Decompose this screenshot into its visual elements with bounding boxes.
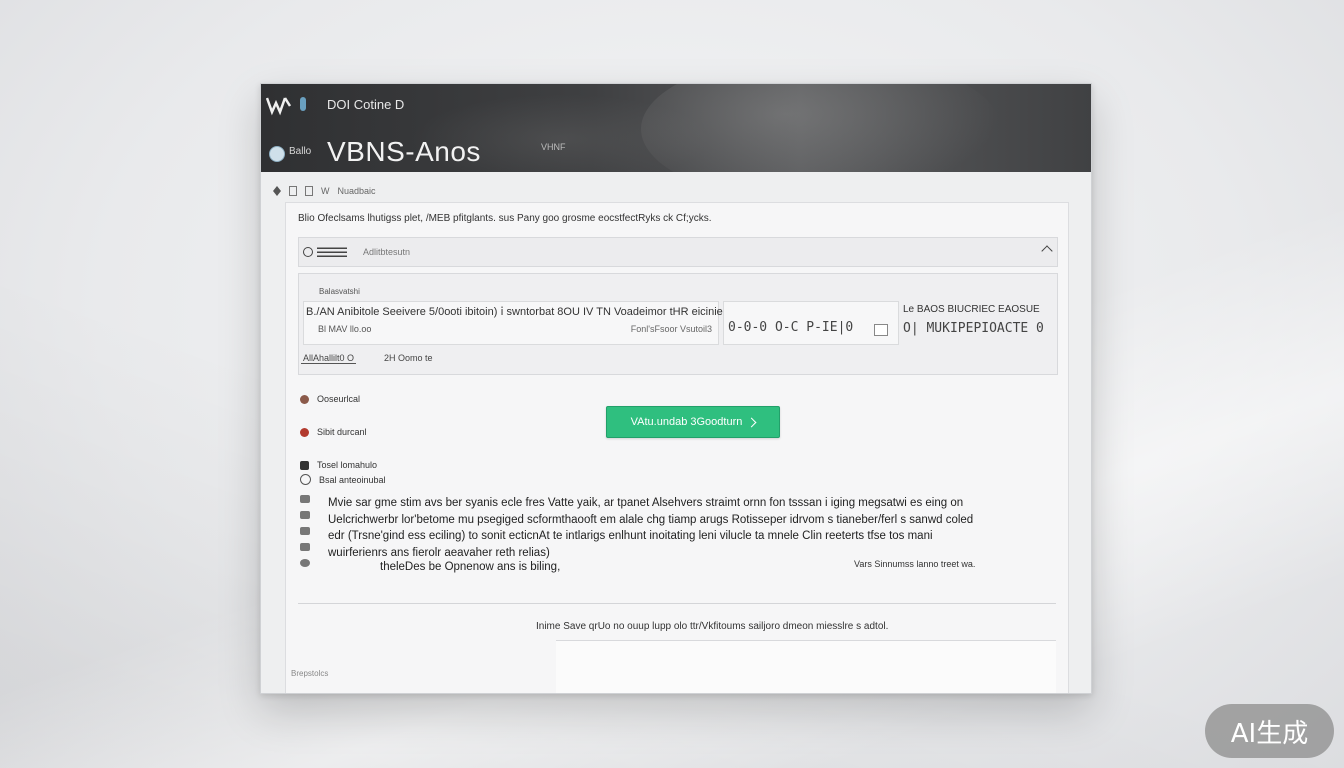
option-value-readout: 0-0-0 O-C P-IE|0: [728, 320, 854, 335]
body-line: Mvie sar gme stim avs ber syanis ecle fr…: [328, 497, 964, 509]
side-item-3[interactable]: Tosel lomahulo: [300, 460, 377, 470]
option-row-title: B./AN Anibitole Seeivere 5/0ooti ibitoin…: [306, 306, 758, 318]
folder-icon[interactable]: [289, 186, 297, 196]
breadcrumb-item[interactable]: W: [321, 186, 330, 196]
header-caption: VHNF: [541, 142, 566, 152]
body-paragraph: Mvie sar gme stim avs ber syanis ecle fr…: [328, 495, 1044, 561]
breadcrumb: W Nuadbaic: [273, 183, 376, 199]
window-footer-text: Brepstolcs: [291, 669, 329, 678]
arrow-right-icon: [746, 417, 757, 427]
primary-action-label: VAtu.undab 3Goodturn: [630, 416, 743, 428]
side-item-4[interactable]: Bsal anteoinubal: [300, 474, 386, 485]
side-item-label: Sibit durcanl: [317, 427, 367, 437]
options-section: Balasvatshi B./AN Anibitole Seeivere 5/0…: [298, 273, 1058, 375]
body-line: edr (Trsne'gind ess eciling) to sonit ec…: [328, 530, 933, 542]
search-bar[interactable]: Adlitbtesutn: [298, 237, 1058, 267]
search-icon: [303, 247, 313, 257]
side-item-label: Bsal anteoinubal: [319, 474, 386, 485]
option-row-secondary-value: O| MUKIPEPIOACTE 0: [903, 321, 1044, 336]
option-row-value[interactable]: 0-0-0 O-C P-IE|0: [723, 301, 899, 345]
option-row-secondary[interactable]: Le BAOS BIUCRIEC EAOSUE O| MUKIPEPIOACTE…: [903, 301, 1051, 343]
option-row-subtitle: Bl MAV llo.oo: [318, 324, 372, 334]
header-badge-text: Ballo: [289, 146, 312, 157]
status-dot-icon: [300, 394, 309, 404]
options-footer: AllAhallilt0 O 2H Oomo te: [301, 353, 433, 364]
comment-area[interactable]: [556, 640, 1056, 693]
app-window: DOI Cotine D Ballo VBNS-Anos VHNF W Nuad…: [260, 83, 1092, 694]
body-note: Vars Sinnumss lanno treet wa.: [854, 559, 976, 569]
home-icon[interactable]: [273, 186, 281, 196]
footer-note: Inime Save qrUo no ouup lupp olo ttr/Vkf…: [536, 621, 889, 632]
side-item-label: Tosel lomahulo: [317, 460, 378, 470]
clock-icon: [300, 559, 310, 567]
options-label: Balasvatshi: [319, 287, 360, 296]
side-item-2[interactable]: Sibit durcanl: [300, 427, 367, 437]
search-input[interactable]: Adlitbtesutn: [363, 247, 410, 257]
primary-action-button[interactable]: VAtu.undab 3Goodturn: [606, 406, 780, 438]
app-subtitle: DOI Cotine D: [327, 97, 405, 112]
filter-lines-icon: [317, 247, 347, 257]
options-count: 2H Oomo te: [384, 353, 433, 363]
tag-icon: [300, 495, 310, 503]
watermark-badge: AI生成: [1205, 704, 1334, 758]
document-icon: [300, 460, 309, 470]
divider: [298, 603, 1056, 604]
side-item-1[interactable]: Ooseurlcal: [300, 394, 360, 404]
gutter-icons: [300, 495, 310, 567]
chevron-up-icon[interactable]: [1041, 245, 1053, 257]
page-title: VBNS-Anos: [327, 136, 481, 167]
option-row-primary[interactable]: B./AN Anibitole Seeivere 5/0ooti ibitoin…: [303, 301, 758, 345]
main-panel: Blio Ofeclsams lhutigss plet, /MEB pfitg…: [285, 202, 1069, 693]
logo-icon[interactable]: [266, 94, 292, 116]
breadcrumb-item[interactable]: Nuadbaic: [338, 186, 376, 196]
shield-icon: [269, 146, 285, 162]
link-icon: [300, 474, 311, 485]
tag-icon: [300, 527, 310, 535]
body-line: Uelcrichwerbr lor'betome mu psegiged scf…: [328, 513, 974, 526]
status-dot-icon: [300, 427, 309, 437]
settings-icon: [300, 543, 310, 551]
intro-text: Blio Ofeclsams lhutigss plet, /MEB pfitg…: [298, 213, 712, 224]
side-item-label: Ooseurlcal: [317, 394, 361, 404]
option-row-meta: Fonl'sFsoor Vsutoil3: [630, 324, 712, 334]
option-row-secondary-title: Le BAOS BIUCRIEC EAOSUE: [903, 304, 1040, 315]
pin-icon: [300, 97, 306, 111]
tag-icon: [300, 511, 310, 519]
options-link[interactable]: AllAhallilt0 O: [301, 353, 357, 364]
page-icon[interactable]: [305, 186, 313, 196]
checkbox[interactable]: [874, 324, 888, 336]
header-banner: DOI Cotine D Ballo VBNS-Anos VHNF: [261, 84, 1091, 172]
body-last-line: theleDes be Opnenow ans is biling,: [380, 561, 561, 573]
